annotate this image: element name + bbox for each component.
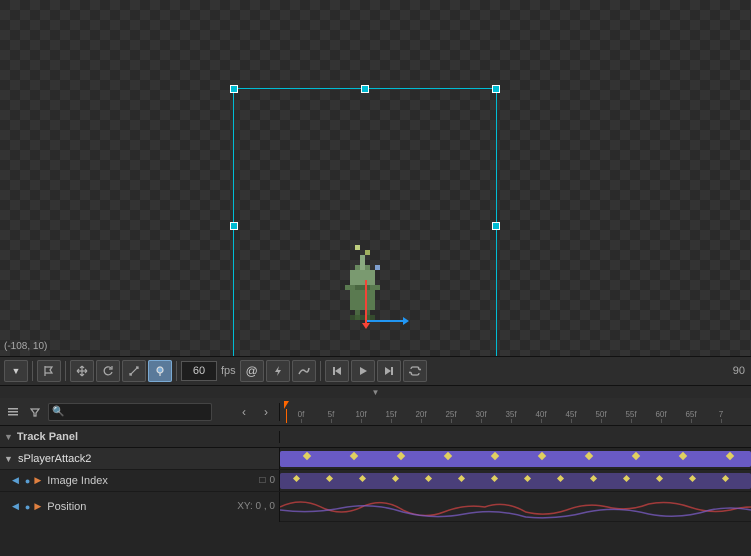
track-row-left-image: ◀ ● ▶ Image Index □ 0 [0,470,280,491]
coord-display: (-108, 10) [4,341,47,352]
track-header-timeline: 0f5f10f15f20f25f30f35f40f45f50f55f60f65f… [280,401,751,423]
fps-label: fps [219,365,238,377]
forward-btn[interactable] [377,360,401,382]
track-row-timeline-position [280,492,751,521]
curve-btn[interactable] [292,360,316,382]
table-row: ▼ sPlayerAttack2 [0,448,751,470]
track-row-timeline-image [280,470,751,491]
track-header: 🔍 ‹ › 0f5f10f15f20f25f30f35f40f45f50f55f… [0,398,751,426]
track-row-left-position: ◀ ● ▶ Position XY: 0 , 0 [0,492,280,522]
track-name-position: Position [47,501,233,513]
at-btn[interactable]: @ [240,360,264,382]
bolt-btn[interactable] [266,360,290,382]
sep1 [32,361,33,381]
track-content[interactable]: ▼ sPlayerAttack2 ◀ [0,448,751,556]
image-index-value: □ [259,475,265,486]
track-search[interactable] [48,403,212,421]
panel-title-text: Track Panel [17,431,78,443]
eye-icon-position[interactable]: ● [25,502,30,512]
prev-keyframe-btn[interactable]: ‹ [235,403,253,421]
sprite-character [335,240,390,330]
rotate-btn[interactable] [96,360,120,382]
sep3 [176,361,177,381]
bottom-panel: 🔍 ‹ › 0f5f10f15f20f25f30f35f40f45f50f55f… [0,386,751,556]
panel-title-row: ▼ Track Panel [0,426,751,448]
next-keyframe-btn[interactable]: › [257,403,275,421]
viewport: (-108, 10) [0,0,751,356]
position-value: XY: 0 , 0 [237,501,275,512]
eye-icon-image[interactable]: ● [25,476,30,486]
track-row-left-parent: ▼ sPlayerAttack2 [0,448,280,469]
frame-count: 90 [731,365,747,377]
move-btn[interactable] [70,360,94,382]
panel-title: ▼ Track Panel [0,431,280,443]
toolbar-dropdown-btn[interactable]: ▼ [4,360,28,382]
rewind-btn[interactable] [325,360,349,382]
table-row: ◀ ● ▶ Image Index □ 0 [0,470,751,492]
toolbar: ▼ fps @ 90 [0,356,751,386]
flag-btn[interactable] [37,360,61,382]
track-name-image: Image Index [47,475,255,487]
table-row: ◀ ● ▶ Position XY: 0 , 0 [0,492,751,522]
track-row-timeline-parent [280,448,751,469]
scale-btn[interactable] [122,360,146,382]
image-index-count: 0 [269,475,275,486]
fps-input[interactable] [181,361,217,381]
play-btn[interactable] [351,360,375,382]
track-header-left: 🔍 ‹ › [0,403,280,421]
sep4 [320,361,321,381]
collapse-arrow[interactable] [0,386,751,398]
y-axis [365,280,367,325]
expand-arrow[interactable]: ▼ [4,454,14,464]
track-name-parent: sPlayerAttack2 [18,453,275,465]
sep2 [65,361,66,381]
track-filter-btn[interactable] [26,403,44,421]
loop-btn[interactable] [403,360,427,382]
track-menu-btn[interactable] [4,403,22,421]
x-axis [365,320,405,322]
pin-btn[interactable] [148,360,172,382]
